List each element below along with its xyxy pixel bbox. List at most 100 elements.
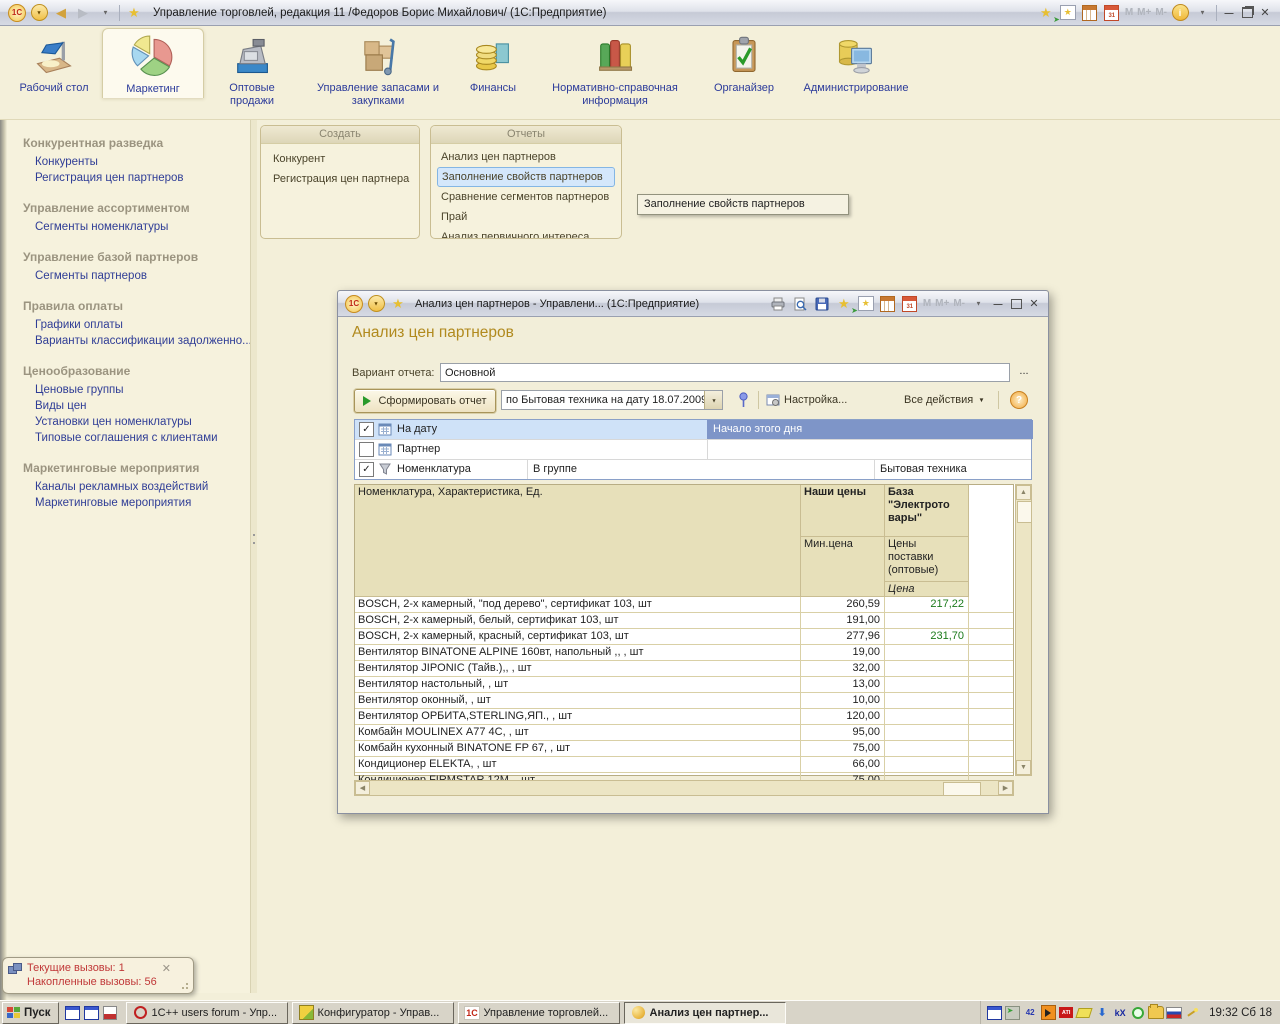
save-icon[interactable] xyxy=(812,294,832,314)
tray-player-icon[interactable] xyxy=(1040,1005,1056,1020)
sidebar-item-segmenty-partnerov[interactable]: Сегменты партнеров xyxy=(19,268,250,284)
filter-value[interactable]: Бытовая техника xyxy=(874,460,967,479)
dialog-menu-button[interactable] xyxy=(366,294,386,314)
horizontal-scrollbar[interactable] xyxy=(354,780,1014,796)
scroll-right-icon[interactable] xyxy=(998,781,1013,795)
report-analiz-pervichnogo-interesa[interactable]: Анализ первичного интереса xyxy=(437,227,615,239)
favorites-star-icon[interactable] xyxy=(388,294,408,314)
tray-clock-icon[interactable] xyxy=(1130,1005,1146,1020)
report-row[interactable]: Вентилятор ОРБИТА,STERLING,ЯП., , шт120,… xyxy=(355,709,1013,725)
task-opera-forum[interactable]: 1C++ users forum - Упр... xyxy=(126,1002,288,1024)
report-row[interactable]: Комбайн кухонный BINATONE FP 67, , шт75,… xyxy=(355,741,1013,757)
report-analiz-cen-partnerov[interactable]: Анализ цен партнеров xyxy=(437,147,615,167)
tray-kx-icon[interactable]: kX xyxy=(1112,1005,1128,1020)
settings-button[interactable]: Настройка... xyxy=(766,391,847,409)
sidebar-item-varianty-klassifikacii[interactable]: Варианты классификации задолженно... xyxy=(19,333,250,349)
dialog-minimize-button[interactable] xyxy=(989,295,1007,313)
favorites-box-icon[interactable] xyxy=(1058,3,1078,23)
info-chevron-icon[interactable] xyxy=(1192,3,1212,23)
tray-1c-icon[interactable] xyxy=(986,1005,1002,1020)
generate-report-button[interactable]: Сформировать отчет xyxy=(354,389,496,413)
sidebar-item-registracia-cen[interactable]: Регистрация цен партнеров xyxy=(19,170,250,186)
create-registracia-cen-partnera[interactable]: Регистрация цен партнера xyxy=(269,169,411,189)
restore-button[interactable] xyxy=(1238,4,1256,22)
add-favorite-icon[interactable]: ➤ xyxy=(834,294,854,314)
sidebar-item-konkurenty[interactable]: Конкуренты xyxy=(19,154,250,170)
tab-marketing[interactable]: Маркетинг xyxy=(102,28,204,98)
combo-dropdown-icon[interactable] xyxy=(704,391,722,409)
tray-update-icon[interactable] xyxy=(1004,1005,1020,1020)
sidebar-item-tipovye-soglashenia[interactable]: Типовые соглашения с клиентами xyxy=(19,430,250,446)
tray-flag-ru-icon[interactable] xyxy=(1166,1005,1182,1020)
tray-ati-icon[interactable]: ATI xyxy=(1058,1005,1074,1020)
report-row[interactable]: Вентилятор JIPONIC (Тайв.),, , шт32,00 xyxy=(355,661,1013,677)
quicklaunch-performance-icon[interactable] xyxy=(102,1005,119,1021)
info-button[interactable]: i xyxy=(1170,3,1190,23)
report-row[interactable]: Вентилятор настольный, , шт13,00 xyxy=(355,677,1013,693)
start-button[interactable]: Пуск xyxy=(2,1002,59,1024)
scroll-left-icon[interactable] xyxy=(355,781,370,795)
sidebar-item-grafiki-oplaty[interactable]: Графики оплаты xyxy=(19,317,250,333)
close-button[interactable] xyxy=(1256,4,1274,22)
sidebar-item-vidy-cen[interactable]: Виды цен xyxy=(19,398,250,414)
resize-grip[interactable] xyxy=(181,982,189,990)
tab-wholesale[interactable]: Оптовые продажи xyxy=(204,28,300,110)
filter-row-nomenclature[interactable]: ✓ Номенклатура В группе Бытовая техника xyxy=(355,460,1031,479)
quicklaunch-1c-list-icon-1[interactable] xyxy=(64,1005,81,1021)
sidebar-item-cenovye-gruppy[interactable]: Ценовые группы xyxy=(19,382,250,398)
report-row[interactable]: Кондиционер ELEKTA, , шт66,00 xyxy=(355,757,1013,773)
pushpin-icon[interactable] xyxy=(736,391,752,409)
calendar-icon[interactable]: 31 xyxy=(1102,3,1122,23)
scrollbar-thumb[interactable] xyxy=(1017,501,1032,523)
preview-icon[interactable] xyxy=(790,294,810,314)
variant-input[interactable]: Основной xyxy=(440,363,1010,382)
tab-desktop[interactable]: Рабочий стол xyxy=(6,28,102,97)
report-zapolnenie-svojstv[interactable]: Заполнение свойств партнеров xyxy=(437,167,615,187)
dialog-maximize-button[interactable] xyxy=(1007,295,1025,313)
checkbox-partner[interactable] xyxy=(359,442,374,457)
sidebar-item-segmenty-nomenklatury[interactable]: Сегменты номенклатуры xyxy=(19,219,250,235)
create-konkurent[interactable]: Конкурент xyxy=(269,149,411,169)
popup-close-icon[interactable]: ✕ xyxy=(162,962,171,975)
main-menu-button[interactable] xyxy=(29,3,49,23)
tab-inventory[interactable]: Управление запасами и закупками xyxy=(300,28,456,110)
report-row[interactable]: Вентилятор BINATONE ALPINE 160вт, наполь… xyxy=(355,645,1013,661)
favorites-star-icon[interactable] xyxy=(124,3,144,23)
filter-row-date[interactable]: ✓ На дату Начало этого дня xyxy=(355,420,1031,440)
calendar-icon[interactable]: 31 xyxy=(900,294,920,314)
tray-download-icon[interactable]: ⬇ xyxy=(1094,1005,1110,1020)
task-price-analysis[interactable]: Анализ цен партнер... xyxy=(624,1002,786,1024)
filter-row-partner[interactable]: Партнер xyxy=(355,440,1031,460)
calculator-icon[interactable] xyxy=(878,294,898,314)
report-row[interactable]: BOSCH, 2-х камерный, красный, сертификат… xyxy=(355,629,1013,645)
taskbar-clock[interactable]: 19:32 Сб 18 xyxy=(1209,1007,1272,1019)
checkbox-on-date[interactable]: ✓ xyxy=(359,422,374,437)
sidebar-splitter[interactable] xyxy=(250,120,257,993)
more-chevron-icon[interactable] xyxy=(968,294,988,314)
tray-note-icon[interactable] xyxy=(1076,1005,1092,1020)
report-row[interactable]: Вентилятор оконный, , шт10,00 xyxy=(355,693,1013,709)
all-actions-button[interactable]: Все действия xyxy=(904,391,986,409)
vertical-scrollbar[interactable] xyxy=(1015,484,1032,776)
favorites-box-icon[interactable] xyxy=(856,294,876,314)
preset-combo[interactable]: по Бытовая техника на дату 18.07.2009 xyxy=(501,390,723,410)
back-button[interactable] xyxy=(51,3,71,23)
filter-value[interactable]: Начало этого дня xyxy=(707,420,802,439)
tab-finance[interactable]: Финансы xyxy=(456,28,530,97)
add-favorite-icon[interactable]: ➤ xyxy=(1036,3,1056,23)
task-trade-management[interactable]: 1С Управление торговлей... xyxy=(458,1002,620,1024)
history-chevron-icon[interactable] xyxy=(95,3,115,23)
scrollbar-thumb[interactable] xyxy=(943,782,981,796)
report-sravnenie-segmentov[interactable]: Сравнение сегментов партнеров xyxy=(437,187,615,207)
sidebar-item-ustanovki-cen[interactable]: Установки цен номенклатуры xyxy=(19,414,250,430)
help-button[interactable]: ? xyxy=(1010,391,1028,409)
scroll-down-icon[interactable] xyxy=(1016,760,1031,775)
dialog-close-button[interactable] xyxy=(1025,295,1043,313)
minimize-button[interactable] xyxy=(1220,4,1238,22)
sidebar-item-kanaly-reklamy[interactable]: Каналы рекламных воздействий xyxy=(19,479,250,495)
checkbox-nomenclature[interactable]: ✓ xyxy=(359,462,374,477)
quicklaunch-1c-list-icon-2[interactable] xyxy=(83,1005,100,1021)
tab-administration[interactable]: Администрирование xyxy=(788,28,924,97)
tab-organizer[interactable]: Органайзер xyxy=(700,28,788,97)
tray-folder-icon[interactable] xyxy=(1148,1005,1164,1020)
